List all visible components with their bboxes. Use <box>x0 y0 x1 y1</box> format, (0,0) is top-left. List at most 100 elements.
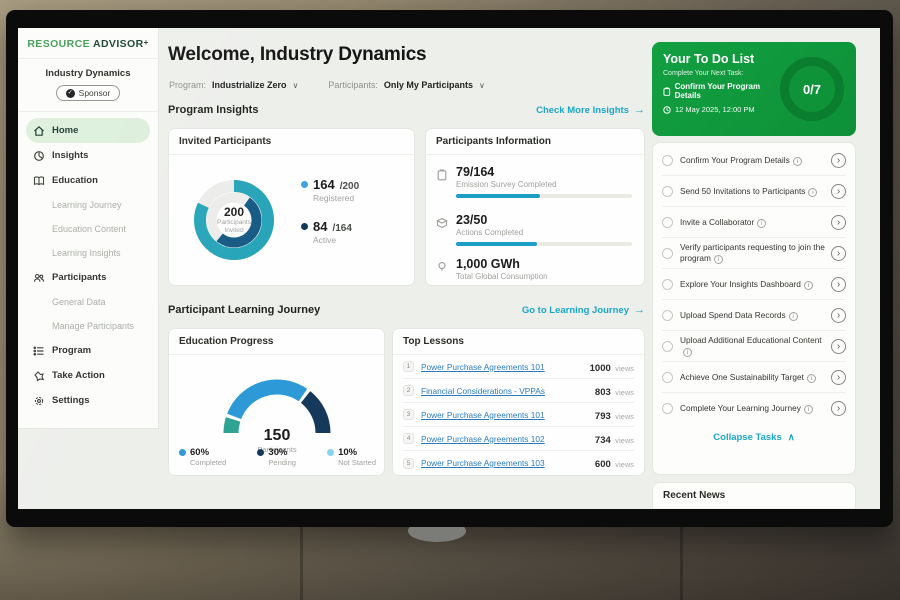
rank-badge: 2 <box>403 385 414 396</box>
section-title: Program Insights <box>168 104 258 116</box>
legend-item-pending: 30% Pending <box>257 447 296 467</box>
sidebar-item-learning-insights[interactable]: Learning Insights <box>26 241 150 265</box>
metric-actions-completed: 23/50 Actions Completed <box>436 213 634 246</box>
todo-next-task: Confirm Your Program Details <box>663 82 783 100</box>
info-icon[interactable]: i <box>714 255 723 264</box>
task-checkbox[interactable] <box>662 341 673 352</box>
todo-title: Your To Do List <box>663 52 783 66</box>
chevron-right-button[interactable]: › <box>831 308 846 323</box>
task-checkbox[interactable] <box>662 279 673 290</box>
app-window: RESOURCE ADVISOR+ Industry Dynamics Spon… <box>18 28 880 509</box>
sidebar-item-education-content[interactable]: Education Content <box>26 217 150 241</box>
settings-icon <box>33 395 45 407</box>
metric-emission-survey: 79/164 Emission Survey Completed <box>436 165 634 198</box>
gauge-legend: 60% Completed 30% Pending 10% Not Starte… <box>179 447 376 467</box>
card-title: Recent News <box>653 483 855 509</box>
lesson-link[interactable]: Power Purchase Agreements 103 <box>421 458 595 468</box>
chevron-right-button[interactable]: › <box>831 184 846 199</box>
sidebar-item-label: Education Content <box>52 224 126 234</box>
sidebar-item-learning-journey[interactable]: Learning Journey <box>26 193 150 217</box>
progress-bar <box>456 242 632 246</box>
sidebar-item-take-action[interactable]: Take Action <box>26 363 150 388</box>
sidebar-item-label: Home <box>52 125 78 136</box>
lesson-link[interactable]: Power Purchase Agreements 101 <box>421 362 590 372</box>
sidebar-item-label: Education <box>52 175 98 186</box>
brand-plus: + <box>144 38 149 47</box>
sidebar-item-label: Program <box>52 345 91 356</box>
chevron-down-icon[interactable]: ∨ <box>293 81 299 90</box>
cabinet-seam <box>680 520 683 600</box>
legend-item-registered: 164 /200 Registered <box>301 177 359 203</box>
chevron-right-button[interactable]: › <box>831 246 846 261</box>
chevron-down-icon[interactable]: ∨ <box>479 81 485 90</box>
learning-journey-header: Participant Learning Journey Go to Learn… <box>168 304 645 316</box>
participants-filter-value[interactable]: Only My Participants <box>384 80 473 90</box>
lesson-link[interactable]: Financial Considerations - VPPAs <box>421 386 595 396</box>
metric-total-consumption: 1,000 GWh Total Global Consumption <box>436 257 634 281</box>
sidebar-item-label: Manage Participants <box>52 321 134 331</box>
info-icon[interactable]: i <box>808 188 817 197</box>
insights-icon <box>33 150 45 162</box>
collapse-tasks-link[interactable]: Collapse Tasks ∧ <box>662 424 846 447</box>
legend-dot <box>327 449 334 456</box>
legend-item-not-started: 10% Not Started <box>327 447 376 467</box>
task-checkbox[interactable] <box>662 155 673 166</box>
info-icon[interactable]: i <box>804 281 813 290</box>
info-icon[interactable]: i <box>789 312 798 321</box>
task-checkbox[interactable] <box>662 186 673 197</box>
task-row: Send 50 Invitations to Participantsi › <box>662 176 846 207</box>
sidebar-item-label: Learning Insights <box>52 248 121 258</box>
org-name: Industry Dynamics <box>18 68 158 79</box>
task-row: Verify participants requesting to join t… <box>662 238 846 269</box>
sidebar-item-insights[interactable]: Insights <box>26 143 150 168</box>
sidebar-item-program[interactable]: Program <box>26 338 150 363</box>
chevron-right-button[interactable]: › <box>831 370 846 385</box>
recent-news-card: Recent News <box>652 482 856 509</box>
chevron-right-button[interactable]: › <box>831 153 846 168</box>
lesson-row: 3 Power Purchase Agreements 101 793 view… <box>403 403 634 427</box>
rank-badge: 1 <box>403 361 414 372</box>
sidebar: RESOURCE ADVISOR+ Industry Dynamics Spon… <box>18 28 159 429</box>
chevron-up-icon: ∧ <box>788 432 795 443</box>
chevron-right-button[interactable]: › <box>831 401 846 416</box>
info-icon[interactable]: i <box>804 405 813 414</box>
todo-due-date: 12 May 2025, 12:00 PM <box>663 105 783 114</box>
info-icon[interactable]: i <box>683 348 692 357</box>
chevron-right-button[interactable]: › <box>831 215 846 230</box>
chevron-right-button[interactable]: › <box>831 339 846 354</box>
info-icon[interactable]: i <box>807 374 816 383</box>
cabinet-seam <box>300 520 303 600</box>
todo-progress-ring: 0/7 <box>780 57 844 121</box>
sidebar-nav: Home Insights Education Learning Journey… <box>18 111 158 413</box>
brand-primary: RESOURCE <box>27 38 90 50</box>
survey-icon <box>436 169 448 181</box>
participants-filter-label: Participants: <box>328 80 378 90</box>
sidebar-item-manage-participants[interactable]: Manage Participants <box>26 314 150 338</box>
program-icon <box>33 345 45 357</box>
task-checkbox[interactable] <box>662 403 673 414</box>
card-title: Education Progress <box>169 329 384 355</box>
sidebar-item-education[interactable]: Education <box>26 168 150 193</box>
todo-counter: 0/7 <box>803 82 821 97</box>
sidebar-item-settings[interactable]: Settings <box>26 388 150 413</box>
task-checkbox[interactable] <box>662 217 673 228</box>
info-icon[interactable]: i <box>793 157 802 166</box>
chevron-right-button[interactable]: › <box>831 277 846 292</box>
sidebar-item-participants[interactable]: Participants <box>26 265 150 290</box>
task-checkbox[interactable] <box>662 310 673 321</box>
sidebar-item-home[interactable]: Home <box>26 118 150 143</box>
task-row: Confirm Your Program Detailsi › <box>662 145 846 176</box>
lesson-link[interactable]: Power Purchase Agreements 102 <box>421 434 595 444</box>
sidebar-item-label: Settings <box>52 395 89 406</box>
lesson-link[interactable]: Power Purchase Agreements 101 <box>421 410 595 420</box>
participants-information-card: Participants Information 79/164 Emission… <box>425 128 645 286</box>
sidebar-item-general-data[interactable]: General Data <box>26 290 150 314</box>
page-title: Welcome, Industry Dynamics <box>168 44 426 66</box>
donut-legend: 164 /200 Registered 84 /164 Active <box>301 177 359 261</box>
task-checkbox[interactable] <box>662 248 673 259</box>
go-to-learning-journey-link[interactable]: Go to Learning Journey → <box>522 304 645 316</box>
check-more-insights-link[interactable]: Check More Insights → <box>536 104 645 116</box>
program-filter-value[interactable]: Industrialize Zero <box>212 80 287 90</box>
info-icon[interactable]: i <box>757 219 766 228</box>
task-checkbox[interactable] <box>662 372 673 383</box>
